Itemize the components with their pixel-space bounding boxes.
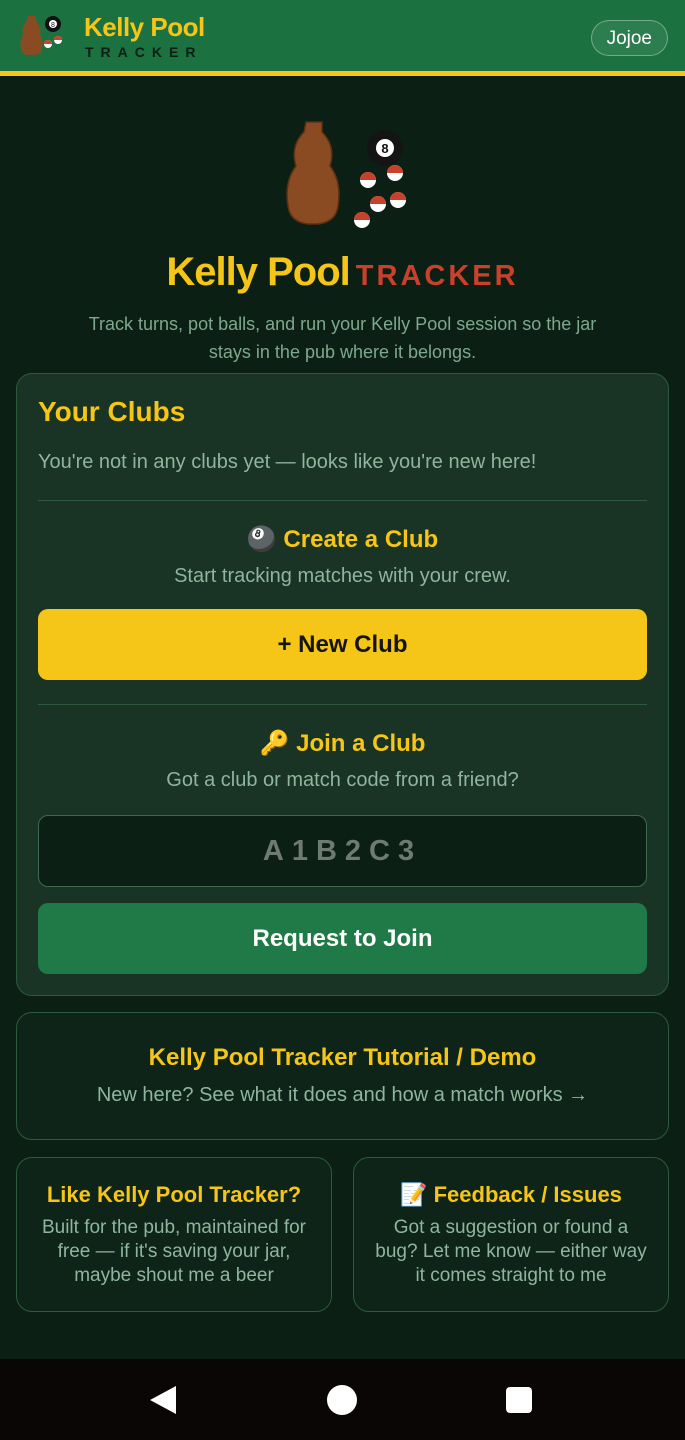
new-club-button[interactable]: + New Club xyxy=(38,609,647,680)
app-header: 8 Kelly Pool TRACKER Jojoe xyxy=(0,0,685,76)
feedback-card[interactable]: 📝 Feedback / Issues Got a suggestion or … xyxy=(353,1157,669,1312)
divider xyxy=(38,500,647,501)
pool-ball-icon: 🎱 xyxy=(246,526,277,553)
hero-title-primary: Kelly Pool xyxy=(166,250,350,294)
club-code-input[interactable] xyxy=(38,815,647,887)
join-club-subtitle: Got a club or match code from a friend? xyxy=(166,769,519,791)
join-club-title: 🔑 Join a Club xyxy=(17,729,668,758)
divider xyxy=(38,704,647,705)
support-card[interactable]: Like Kelly Pool Tracker? Built for the p… xyxy=(16,1157,332,1312)
key-icon: 🔑 xyxy=(259,730,290,757)
create-club-subtitle: Start tracking matches with your crew. xyxy=(174,565,511,587)
clubs-empty-message: You're not in any clubs yet — looks like… xyxy=(38,451,537,473)
tutorial-subtitle: New here? See what it does and how a mat… xyxy=(96,1084,589,1106)
tutorial-card[interactable]: Kelly Pool Tracker Tutorial / Demo New h… xyxy=(16,1012,669,1140)
clubs-title: Your Clubs xyxy=(38,396,186,427)
support-title: Like Kelly Pool Tracker? xyxy=(46,1182,302,1207)
brand-title: Kelly Pool xyxy=(84,12,205,42)
feedback-body: Got a suggestion or found a bug? Let me … xyxy=(375,1217,647,1286)
back-icon[interactable] xyxy=(148,1385,180,1415)
tutorial-title: Kelly Pool Tracker Tutorial / Demo xyxy=(148,1044,537,1071)
hero-logo-icon: 8 xyxy=(286,121,406,228)
support-body: Built for the pub, maintained for free —… xyxy=(41,1217,307,1286)
user-menu-button[interactable]: Jojoe xyxy=(590,20,668,56)
request-to-join-button[interactable]: Request to Join xyxy=(38,903,647,974)
hero-title: Kelly Pool TRACKER xyxy=(0,250,685,295)
memo-icon: 📝 xyxy=(400,1182,428,1207)
home-icon[interactable] xyxy=(327,1385,357,1415)
join-club-title-text: Join a Club xyxy=(296,730,426,757)
logo-ball-number: 8 xyxy=(51,22,55,29)
jar-logo-icon: 8 xyxy=(20,16,62,55)
recents-icon[interactable] xyxy=(506,1387,532,1413)
clubs-card: Your Clubs You're not in any clubs yet —… xyxy=(16,373,669,996)
feedback-title: 📝 Feedback / Issues xyxy=(354,1182,668,1208)
hero-ball-number: 8 xyxy=(381,141,388,156)
create-club-title-text: Create a Club xyxy=(283,526,439,553)
brand-subtitle: TRACKER xyxy=(85,44,203,60)
create-club-title: 🎱 Create a Club xyxy=(17,525,668,554)
feedback-title-text: Feedback / Issues xyxy=(433,1182,622,1207)
hero-tagline: Track turns, pot balls, and run your Kel… xyxy=(88,314,597,362)
hero-title-secondary: TRACKER xyxy=(355,260,519,292)
